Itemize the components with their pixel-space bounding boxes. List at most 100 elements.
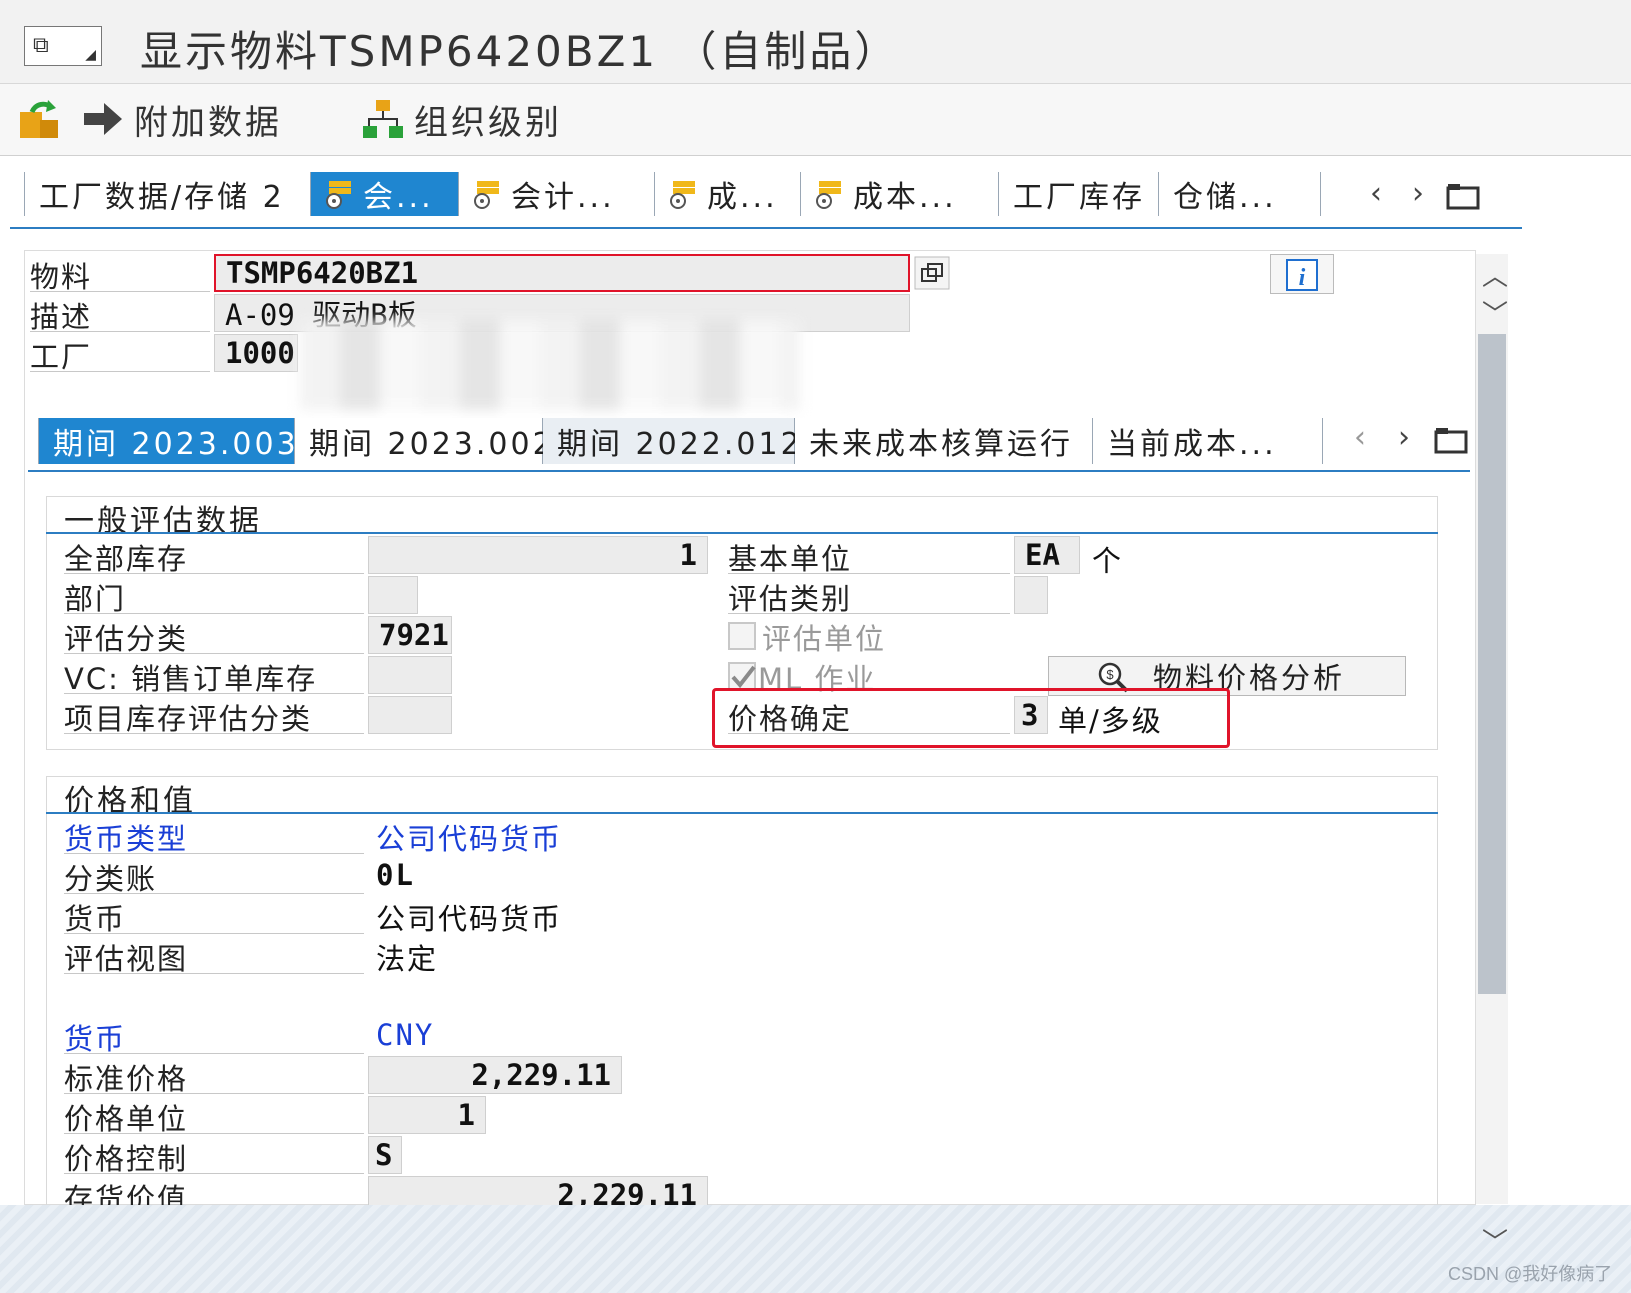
- tab-label: 期间 2022.012: [557, 427, 803, 462]
- valuation-unit-label: 评估单位: [762, 622, 887, 656]
- coins-icon: [816, 181, 841, 209]
- material-label: 物料: [30, 254, 210, 294]
- price-unit-label: 价格单位: [64, 1096, 364, 1136]
- coins-icon: [326, 181, 351, 209]
- tab-label: 期间 2023.002: [309, 427, 555, 462]
- menu-icon[interactable]: ⧉ ◢: [24, 26, 102, 66]
- period-prev-icon[interactable]: ‹: [1354, 420, 1366, 455]
- project-stock-label: 项目库存评估分类: [64, 696, 364, 736]
- tab-underline: [10, 227, 1522, 229]
- tab-accounting-2[interactable]: 会计...: [459, 172, 655, 216]
- material-field[interactable]: TSMP6420BZ1: [214, 254, 910, 292]
- tab-label: 仓储...: [1173, 180, 1277, 215]
- tab-next-icon[interactable]: ›: [1412, 176, 1424, 211]
- org-levels-button[interactable]: 组织级别: [362, 96, 562, 143]
- svg-text:$: $: [1106, 667, 1114, 682]
- org-levels-label: 组织级别: [414, 102, 562, 143]
- vc-sales-order-field[interactable]: [368, 656, 452, 694]
- tab-future-cost[interactable]: 未来成本核算运行: [795, 418, 1093, 464]
- tab-prev-icon[interactable]: ‹: [1370, 176, 1382, 211]
- highlight-box: [712, 688, 1230, 748]
- base-unit-field[interactable]: EA: [1014, 536, 1080, 574]
- total-stock-field[interactable]: 1: [368, 536, 708, 574]
- scroll-down-icon[interactable]: ﹀: [1482, 294, 1508, 331]
- vc-sales-order-label: VC: 销售订单库存: [64, 656, 364, 696]
- status-area: [0, 1205, 1631, 1293]
- plant-label: 工厂: [30, 334, 210, 374]
- valuation-view-label: 评估视图: [64, 936, 364, 976]
- tab-list-icon[interactable]: [1446, 182, 1480, 210]
- tab-costing-2[interactable]: 成本...: [801, 172, 999, 216]
- valuation-class-field[interactable]: 7921: [368, 616, 452, 654]
- tab-plant-data[interactable]: 工厂数据/存储 2: [25, 172, 311, 216]
- division-label: 部门: [64, 576, 364, 616]
- tab-current-cost[interactable]: 当前成本...: [1093, 418, 1323, 464]
- currency-label: 货币: [64, 896, 364, 936]
- org-structure-icon: [363, 100, 403, 138]
- coins-icon: [670, 181, 695, 209]
- division-field[interactable]: [368, 576, 418, 614]
- other-material-button[interactable]: [18, 96, 70, 142]
- period-next-icon[interactable]: ›: [1398, 420, 1410, 455]
- currency2-label: 货币: [64, 1016, 364, 1056]
- redacted-plant-text: [300, 320, 800, 410]
- additional-data-label: 附加数据: [134, 102, 282, 143]
- scroll-up-icon[interactable]: ︿: [1482, 256, 1508, 293]
- tab-accounting-1[interactable]: 会...: [311, 172, 459, 216]
- title-bar: ⧉ ◢ 显示物料TSMP6420BZ1 （自制品）: [0, 0, 1631, 84]
- price-unit-field[interactable]: 1: [368, 1096, 486, 1134]
- tab-label: 会计...: [511, 180, 615, 215]
- tab-label: 未来成本核算运行: [809, 427, 1073, 462]
- arrow-right-icon: [84, 103, 122, 135]
- tab-period-2023-003[interactable]: 期间 2023.003: [39, 418, 296, 464]
- tab-warehouse[interactable]: 仓储...: [1159, 172, 1321, 216]
- currency2-value: CNY: [376, 1018, 435, 1052]
- base-unit-label: 基本单位: [728, 536, 1010, 576]
- total-stock-label: 全部库存: [64, 536, 364, 576]
- scroll-thumb[interactable]: [1478, 334, 1506, 994]
- project-stock-field[interactable]: [368, 696, 452, 734]
- checkmark-icon: [731, 665, 756, 689]
- tab-plant-stock[interactable]: 工厂库存: [999, 172, 1159, 216]
- price-control-label: 价格控制: [64, 1136, 364, 1176]
- tab-costing-1[interactable]: 成...: [655, 172, 801, 216]
- valuation-category-label: 评估类别: [728, 576, 1010, 616]
- valuation-unit-checkbox[interactable]: [728, 622, 756, 650]
- plant-field[interactable]: 1000: [214, 334, 298, 372]
- period-underline: [28, 470, 1470, 472]
- scroll-down-bottom-icon[interactable]: ﹀: [1482, 1222, 1508, 1259]
- svg-text:i: i: [1299, 265, 1306, 291]
- standard-price-field[interactable]: 2,229.11: [368, 1056, 622, 1094]
- tab-period-2022-012[interactable]: 期间 2022.012: [543, 418, 800, 464]
- general-group-line: [46, 532, 1438, 534]
- watermark: CSDN @我好像病了: [1448, 1264, 1613, 1284]
- description-label: 描述: [30, 294, 210, 334]
- tab-label: 当前成本...: [1107, 427, 1277, 462]
- view-tabs: 工厂数据/存储 2 会... 会计... 成... 成本... 工厂库存 仓储.…: [24, 172, 1321, 216]
- tab-label: 会...: [363, 180, 434, 215]
- period-list-icon[interactable]: [1434, 426, 1468, 454]
- tab-label: 工厂库存: [1013, 180, 1145, 215]
- ledger-label: 分类账: [64, 856, 364, 896]
- currency-type-value: 公司代码货币: [376, 822, 563, 856]
- info-button[interactable]: i: [1270, 254, 1334, 294]
- valuation-category-field[interactable]: [1014, 576, 1048, 614]
- toolbar: 附加数据 组织级别: [0, 84, 1631, 156]
- valuation-class-label: 评估分类: [64, 616, 364, 656]
- tab-label: 工厂数据/存储 2: [39, 180, 285, 215]
- ml-checkbox[interactable]: [728, 662, 756, 690]
- tab-period-2023-002[interactable]: 期间 2023.002: [295, 418, 552, 464]
- vertical-scrollbar[interactable]: ︿ ﹀ ︿: [1476, 254, 1508, 1220]
- additional-data-button[interactable]: 附加数据: [82, 96, 282, 143]
- tab-label: 期间 2023.003: [53, 427, 299, 462]
- coins-icon: [474, 181, 499, 209]
- tab-label: 成本...: [853, 180, 957, 215]
- prices-group-line: [46, 812, 1438, 814]
- tab-label: 成...: [707, 180, 778, 215]
- valuation-view-value: 法定: [376, 942, 439, 976]
- price-control-field[interactable]: S: [368, 1136, 402, 1174]
- standard-price-label: 标准价格: [64, 1056, 364, 1096]
- currency-type-label: 货币类型: [64, 816, 364, 856]
- ledger-value: 0L: [376, 858, 415, 892]
- copy-window-icon[interactable]: [914, 256, 950, 290]
